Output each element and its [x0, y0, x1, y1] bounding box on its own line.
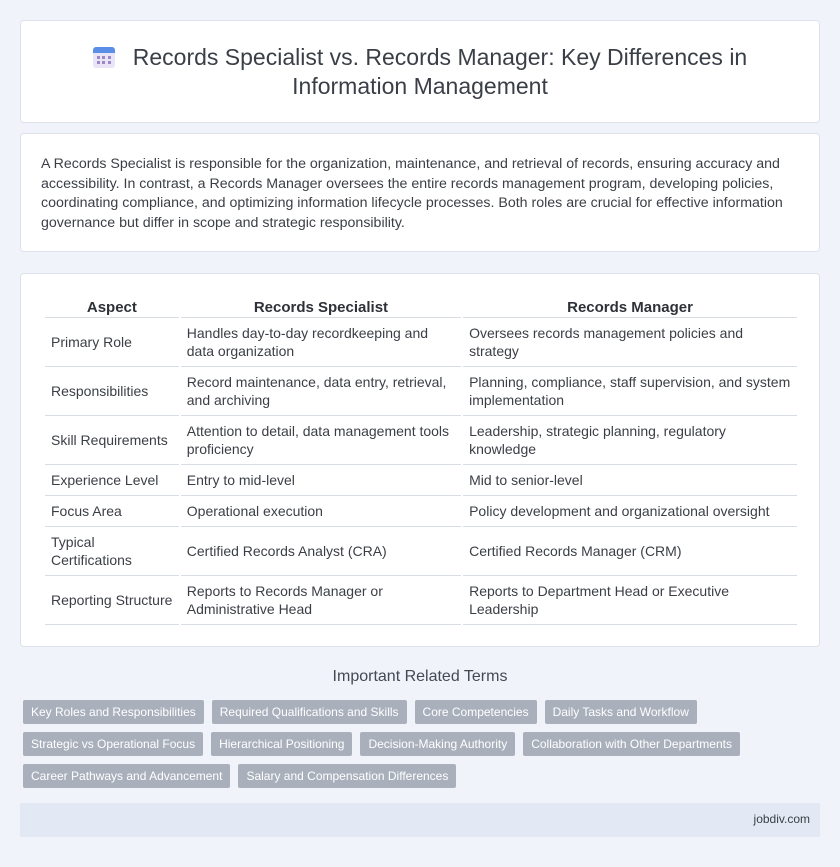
table-cell: Handles day-to-day recordkeeping and dat…	[180, 318, 462, 367]
related-terms-heading: Important Related Terms	[332, 668, 508, 685]
footer-site-link[interactable]: jobdiv.com	[754, 812, 810, 826]
table-row: Reporting Structure Reports to Records M…	[45, 576, 797, 625]
table-header-row: Aspect Records Specialist Records Manage…	[45, 296, 797, 318]
footer: jobdiv.com	[20, 803, 820, 837]
tag-row: Key Roles and Responsibilities Required …	[23, 700, 823, 724]
table-cell: Operational execution	[180, 496, 462, 527]
table-cell: Skill Requirements	[45, 416, 179, 465]
tag-decision-making-authority[interactable]: Decision-Making Authority	[360, 732, 516, 756]
title-card: Records Specialist vs. Records Manager: …	[20, 20, 820, 123]
table-cell: Experience Level	[45, 465, 179, 496]
tag-row: Career Pathways and Advancement Salary a…	[23, 764, 823, 788]
tag-hierarchical-positioning[interactable]: Hierarchical Positioning	[211, 732, 353, 756]
tag-required-qualifications[interactable]: Required Qualifications and Skills	[211, 700, 407, 724]
table-cell: Focus Area	[45, 496, 179, 527]
table-row: Responsibilities Record maintenance, dat…	[45, 367, 797, 416]
header-aspect: Aspect	[45, 296, 179, 318]
tag-strategic-vs-operational[interactable]: Strategic vs Operational Focus	[23, 732, 204, 756]
page-title: Records Specialist vs. Records Manager: …	[132, 44, 748, 99]
table-cell: Responsibilities	[45, 367, 179, 416]
table-cell: Reports to Records Manager or Administra…	[180, 576, 462, 625]
table-cell: Reports to Department Head or Executive …	[463, 576, 797, 625]
table-cell: Planning, compliance, staff supervision,…	[463, 367, 797, 416]
table-row: Typical Certifications Certified Records…	[45, 527, 797, 576]
header-records-specialist: Records Specialist	[180, 296, 462, 318]
calendar-icon	[92, 46, 115, 68]
comparison-card: Aspect Records Specialist Records Manage…	[20, 273, 820, 647]
tag-salary-differences[interactable]: Salary and Compensation Differences	[238, 764, 457, 788]
table-row: Skill Requirements Attention to detail, …	[45, 416, 797, 465]
table-cell: Certified Records Manager (CRM)	[463, 527, 797, 576]
comparison-table: Aspect Records Specialist Records Manage…	[43, 296, 799, 625]
table-cell: Entry to mid-level	[180, 465, 462, 496]
page-title-container: Records Specialist vs. Records Manager: …	[21, 43, 819, 101]
table-cell: Mid to senior-level	[463, 465, 797, 496]
tag-daily-tasks[interactable]: Daily Tasks and Workflow	[544, 700, 697, 724]
table-cell: Oversees records management policies and…	[463, 318, 797, 367]
table-cell: Leadership, strategic planning, regulato…	[463, 416, 797, 465]
tag-career-pathways[interactable]: Career Pathways and Advancement	[23, 764, 231, 788]
intro-paragraph: A Records Specialist is responsible for …	[41, 156, 783, 231]
table-cell: Certified Records Analyst (CRA)	[180, 527, 462, 576]
tag-collaboration[interactable]: Collaboration with Other Departments	[523, 732, 740, 756]
table-cell: Record maintenance, data entry, retrieva…	[180, 367, 462, 416]
table-cell: Primary Role	[45, 318, 179, 367]
table-row: Primary Role Handles day-to-day recordke…	[45, 318, 797, 367]
table-row: Experience Level Entry to mid-level Mid …	[45, 465, 797, 496]
header-records-manager: Records Manager	[463, 296, 797, 318]
table-cell: Policy development and organizational ov…	[463, 496, 797, 527]
related-terms-list: Key Roles and Responsibilities Required …	[23, 700, 823, 796]
tag-row: Strategic vs Operational Focus Hierarchi…	[23, 732, 823, 756]
tag-core-competencies[interactable]: Core Competencies	[414, 700, 537, 724]
table-cell: Reporting Structure	[45, 576, 179, 625]
table-cell: Attention to detail, data management too…	[180, 416, 462, 465]
intro-card: A Records Specialist is responsible for …	[20, 133, 820, 252]
table-cell: Typical Certifications	[45, 527, 179, 576]
tag-key-roles[interactable]: Key Roles and Responsibilities	[23, 700, 204, 724]
table-row: Focus Area Operational execution Policy …	[45, 496, 797, 527]
